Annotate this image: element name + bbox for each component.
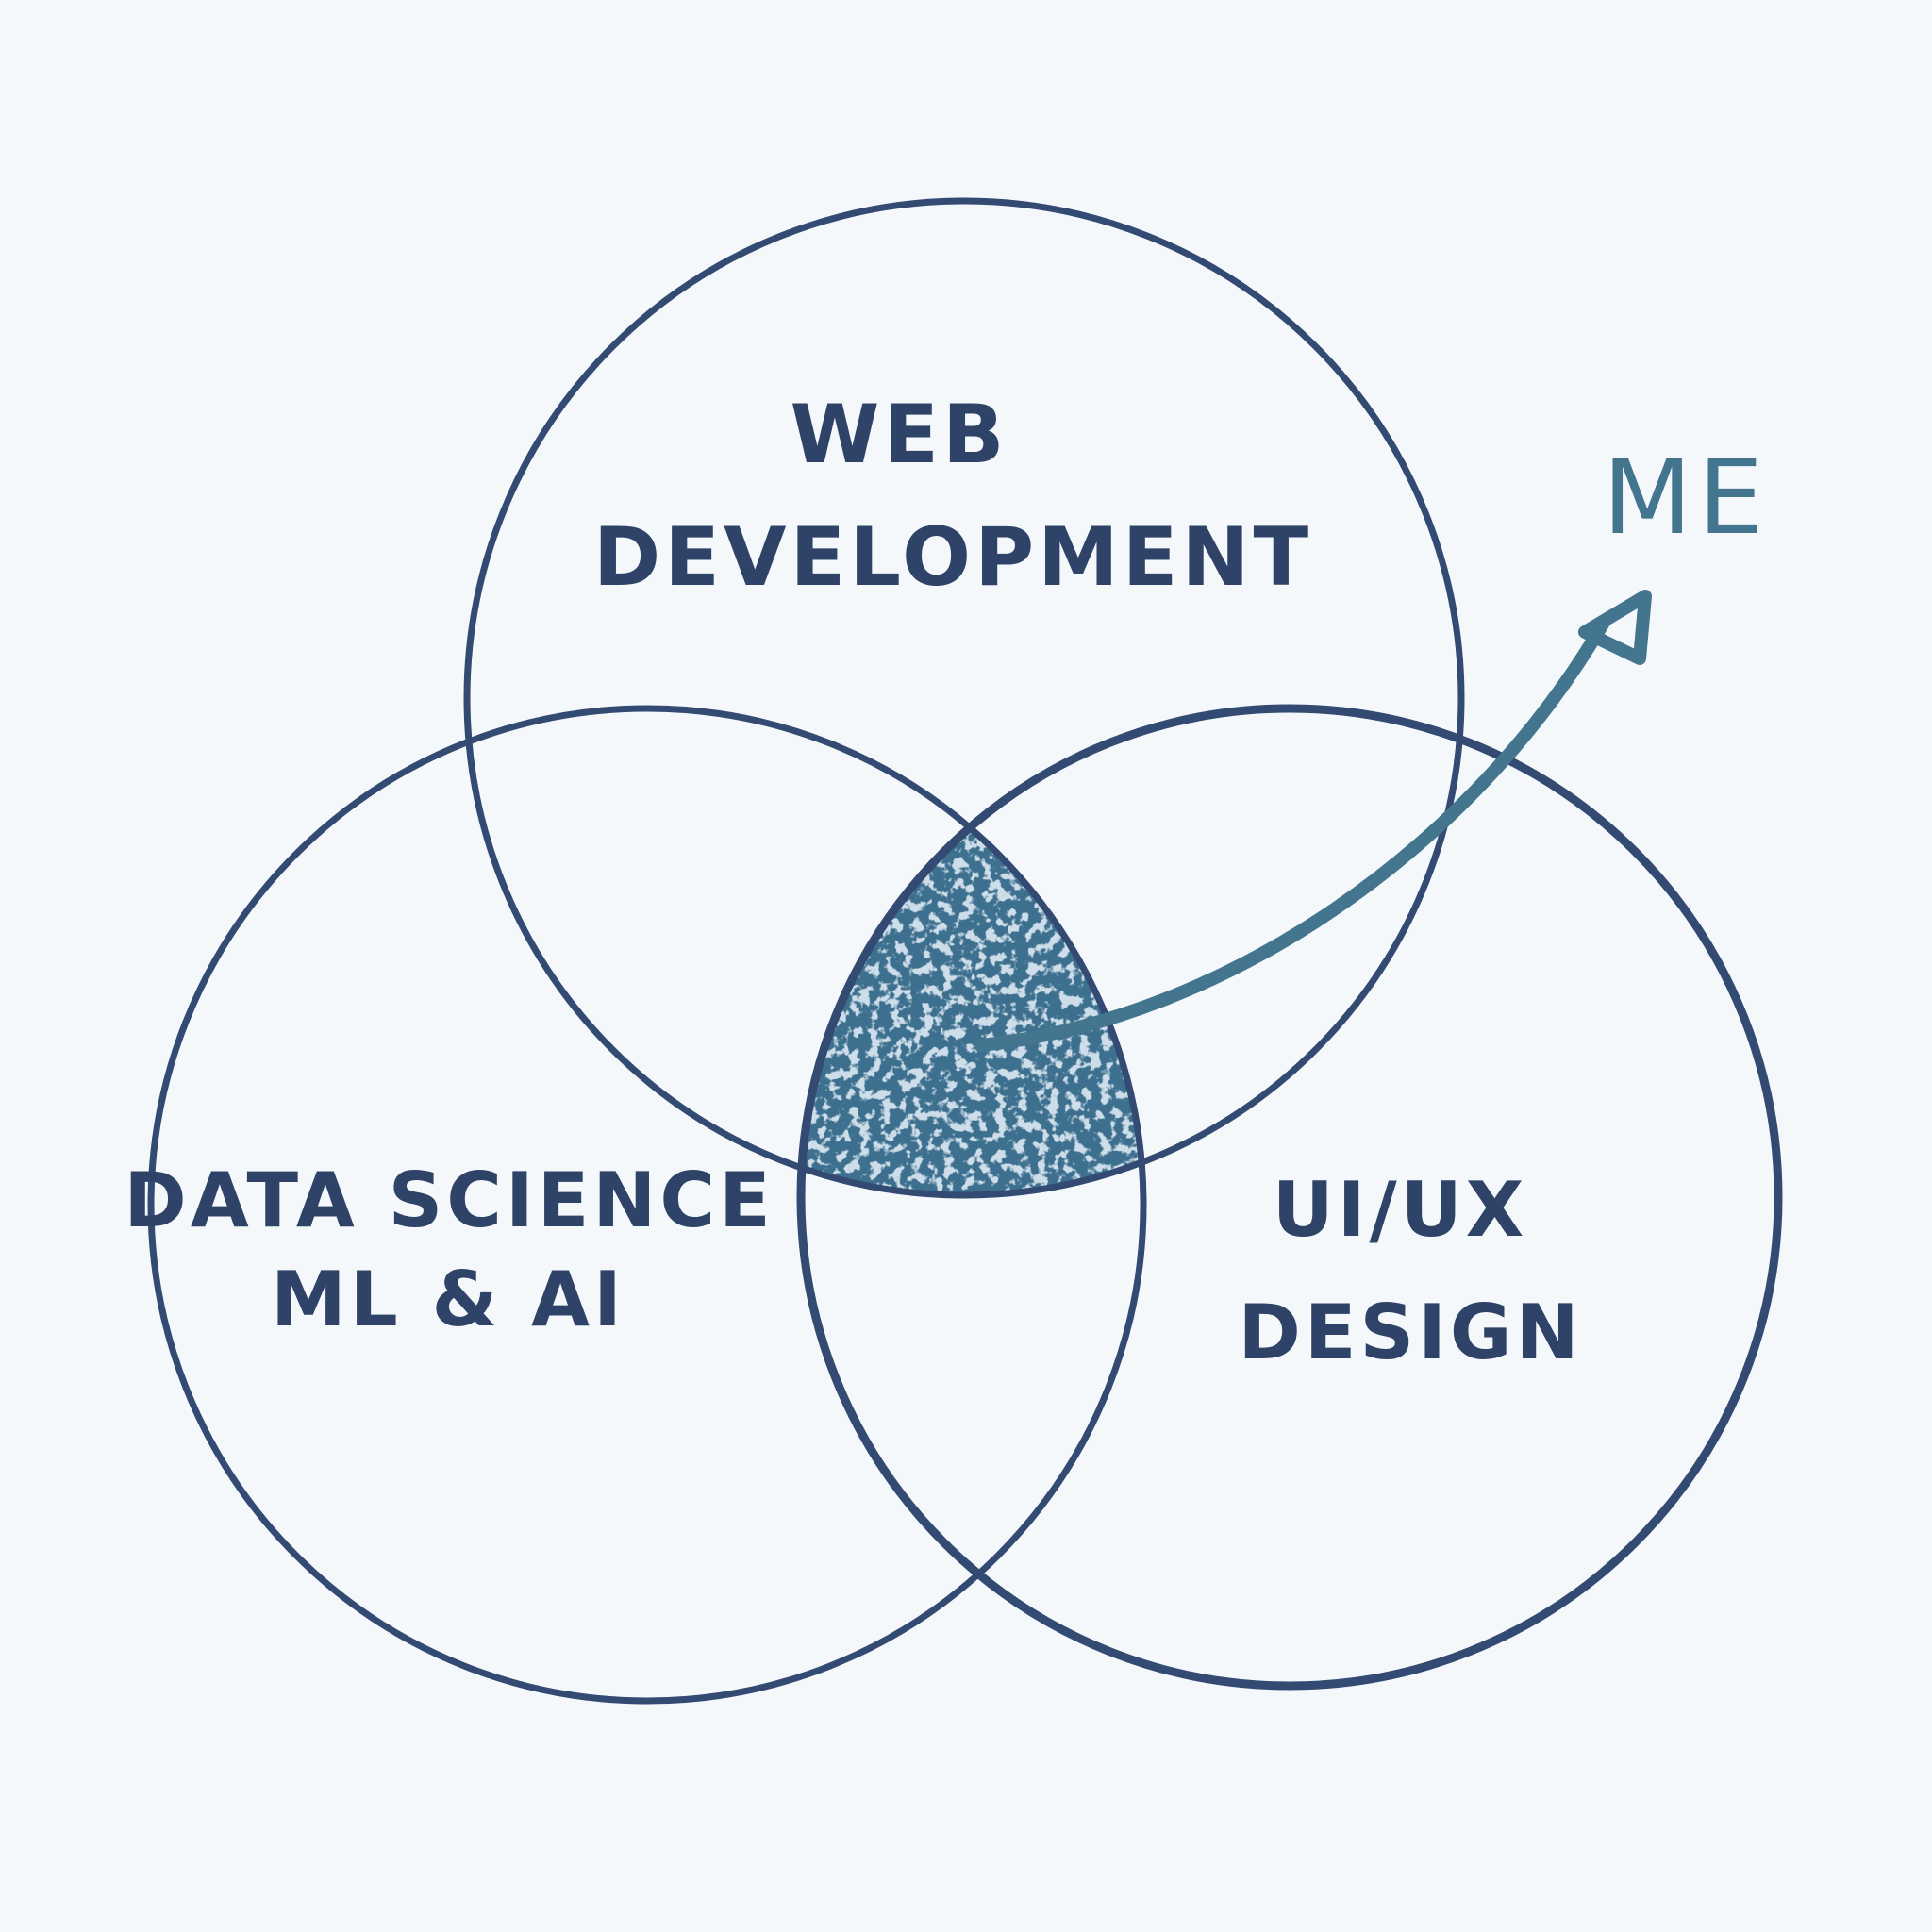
label-design-line1: UI/UX xyxy=(1273,1166,1528,1254)
label-web-line2: DEVELOPMENT xyxy=(593,510,1312,605)
label-data-line2: ML & AI xyxy=(271,1256,625,1343)
label-me: ME xyxy=(1603,437,1769,558)
label-ui-ux-design: UI/UX DESIGN xyxy=(1238,1166,1582,1376)
label-web-line1: WEB xyxy=(790,388,1008,482)
label-design-line2: DESIGN xyxy=(1238,1289,1582,1376)
venn-diagram: WEB DEVELOPMENT DATA SCIENCE ML & AI UI/… xyxy=(124,197,1783,1705)
label-data-science: DATA SCIENCE ML & AI xyxy=(124,1157,804,1343)
label-data-line1: DATA SCIENCE xyxy=(124,1157,774,1244)
label-web-development: WEB DEVELOPMENT xyxy=(593,388,1312,605)
